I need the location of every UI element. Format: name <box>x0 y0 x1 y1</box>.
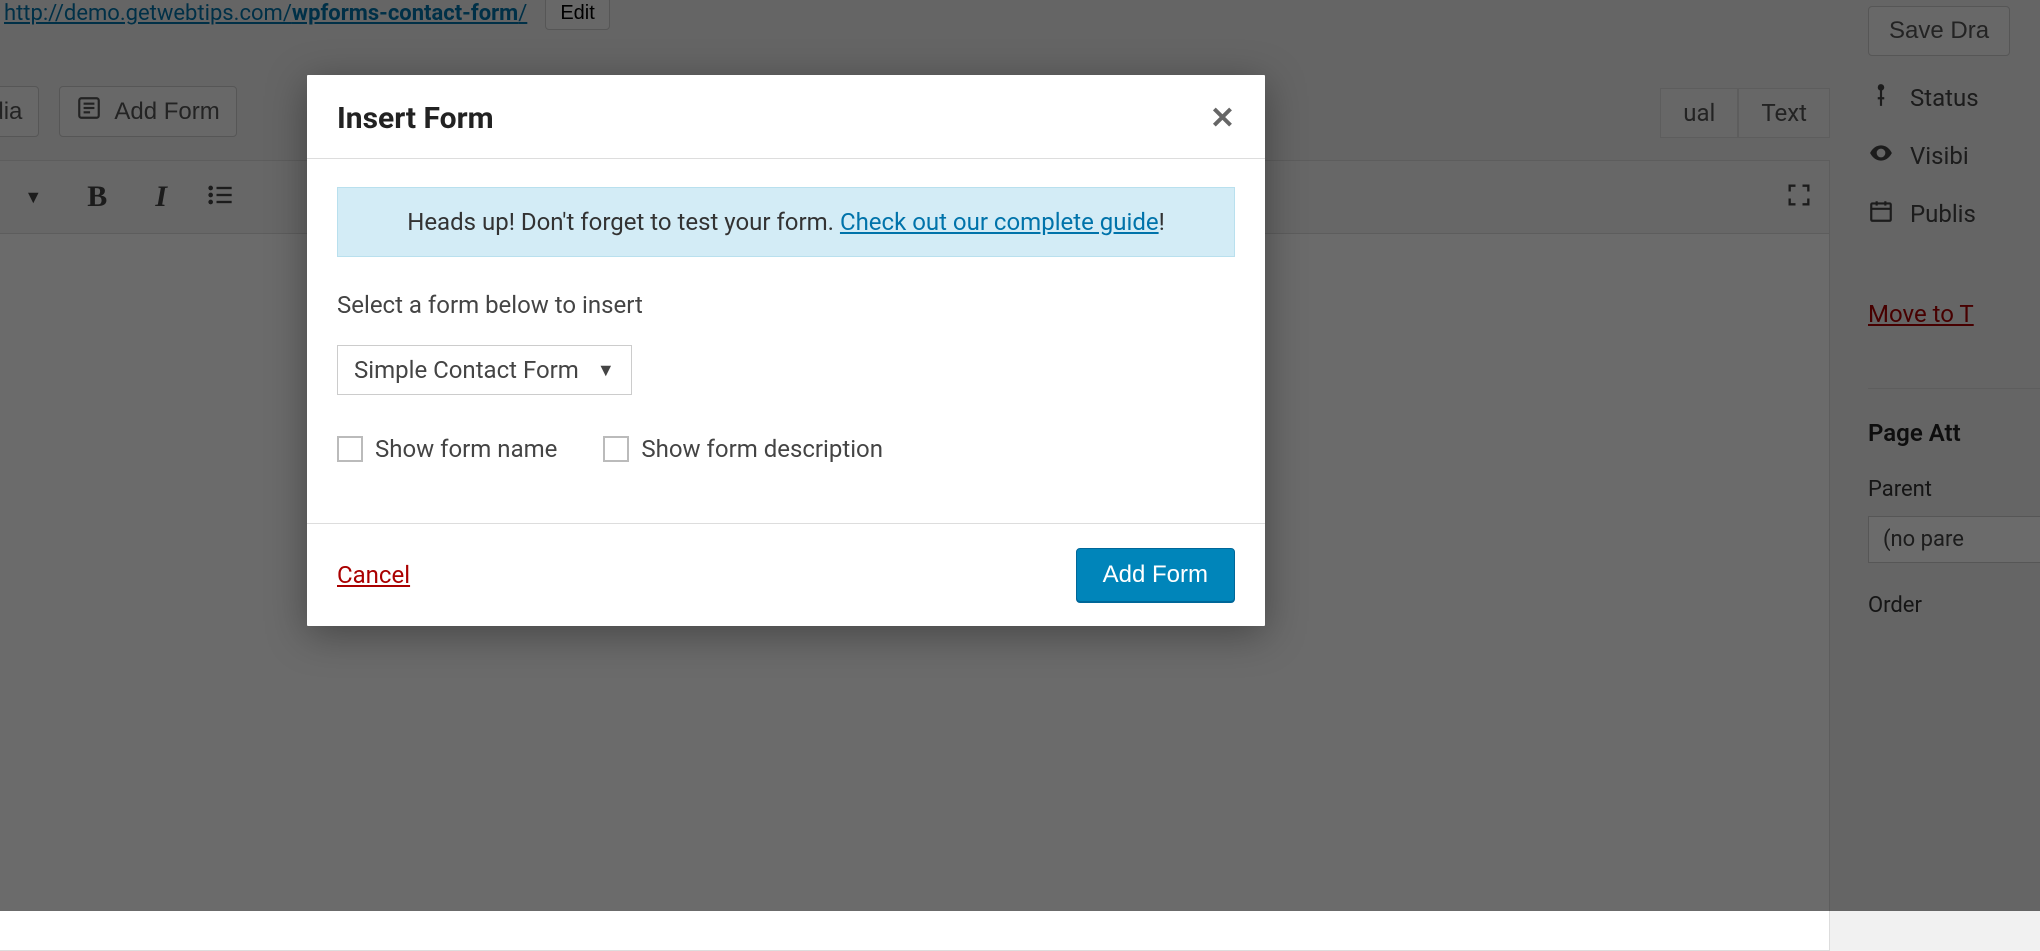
add-form-submit-button[interactable]: Add Form <box>1076 548 1235 602</box>
select-form-label: Select a form below to insert <box>337 291 1235 319</box>
notice-banner: Heads up! Don't forget to test your form… <box>337 187 1235 257</box>
show-form-name-label: Show form name <box>375 435 557 463</box>
notice-guide-link[interactable]: Check out our complete guide <box>840 208 1159 236</box>
modal-title: Insert Form <box>337 101 494 136</box>
checkbox-box <box>337 436 363 462</box>
modal-header: Insert Form ✕ <box>307 75 1265 159</box>
modal-body: Heads up! Don't forget to test your form… <box>307 159 1265 523</box>
show-form-description-label: Show form description <box>641 435 883 463</box>
form-select-value: Simple Contact Form <box>354 356 579 384</box>
cancel-button[interactable]: Cancel <box>337 561 410 589</box>
show-form-name-checkbox[interactable]: Show form name <box>337 435 557 463</box>
modal-footer: Cancel Add Form <box>307 523 1265 626</box>
chevron-down-icon: ▼ <box>597 360 615 381</box>
checkbox-box <box>603 436 629 462</box>
show-form-description-checkbox[interactable]: Show form description <box>603 435 883 463</box>
checkbox-row: Show form name Show form description <box>337 435 1235 463</box>
close-icon[interactable]: ✕ <box>1210 104 1235 134</box>
form-select[interactable]: Simple Contact Form ▼ <box>337 345 632 395</box>
notice-text: Heads up! Don't forget to test your form… <box>407 208 840 236</box>
insert-form-modal: Insert Form ✕ Heads up! Don't forget to … <box>307 75 1265 626</box>
notice-trail: ! <box>1159 208 1165 236</box>
